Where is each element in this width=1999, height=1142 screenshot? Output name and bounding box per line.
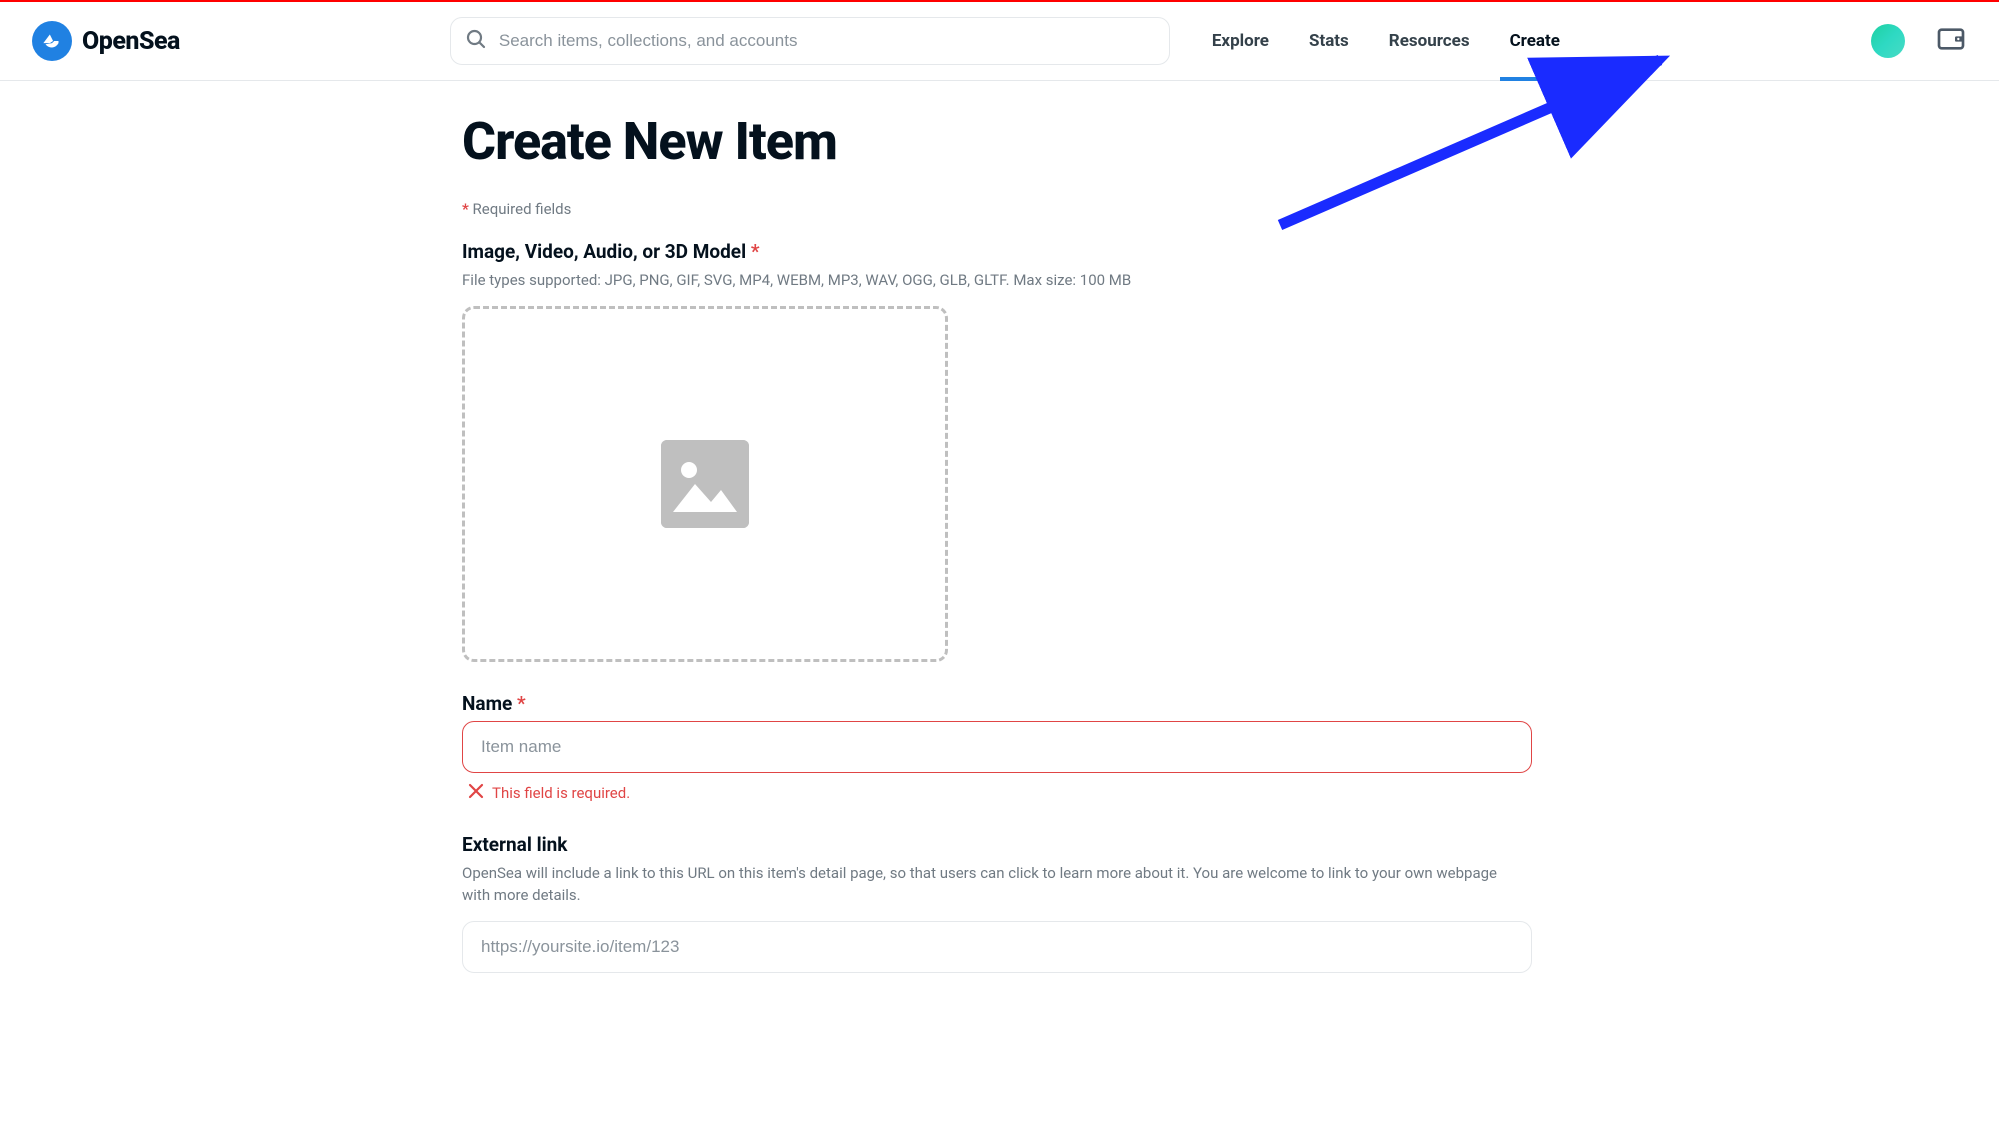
- upload-field-group: Image, Video, Audio, or 3D Model * File …: [462, 240, 1542, 662]
- error-x-icon: [468, 783, 484, 803]
- name-input[interactable]: [462, 721, 1532, 773]
- name-error-row: This field is required.: [468, 783, 1542, 803]
- external-link-input[interactable]: [462, 921, 1532, 973]
- name-field-group: Name * This field is required.: [462, 692, 1542, 803]
- nav-create[interactable]: Create: [1510, 31, 1560, 51]
- name-error-text: This field is required.: [492, 784, 630, 802]
- external-link-label: External link: [462, 833, 1542, 856]
- nav-right: [1871, 23, 1967, 59]
- page-title: Create New Item: [462, 111, 1542, 172]
- image-placeholder-icon: [661, 440, 749, 528]
- top-navigation: OpenSea Explore Stats Resources Create: [0, 2, 1999, 81]
- search-container: [450, 17, 1170, 65]
- opensea-logo-icon: [32, 21, 72, 61]
- nav-explore[interactable]: Explore: [1212, 31, 1269, 51]
- upload-label: Image, Video, Audio, or 3D Model *: [462, 240, 1542, 263]
- nav-resources[interactable]: Resources: [1389, 31, 1470, 51]
- name-label: Name *: [462, 692, 1542, 715]
- search-icon: [464, 27, 488, 55]
- upload-help: File types supported: JPG, PNG, GIF, SVG…: [462, 269, 1522, 292]
- external-link-help: OpenSea will include a link to this URL …: [462, 862, 1522, 907]
- main-content: Create New Item * Required fields Image,…: [462, 81, 1542, 1043]
- search-input[interactable]: [450, 17, 1170, 65]
- brand[interactable]: OpenSea: [32, 21, 180, 61]
- nav-stats[interactable]: Stats: [1309, 31, 1349, 51]
- primary-nav: Explore Stats Resources Create: [1212, 31, 1560, 51]
- brand-name: OpenSea: [82, 27, 180, 56]
- avatar[interactable]: [1871, 24, 1905, 58]
- external-link-field-group: External link OpenSea will include a lin…: [462, 833, 1542, 973]
- upload-dropzone[interactable]: [462, 306, 948, 662]
- required-fields-note: * Required fields: [462, 200, 1542, 218]
- wallet-icon[interactable]: [1935, 23, 1967, 59]
